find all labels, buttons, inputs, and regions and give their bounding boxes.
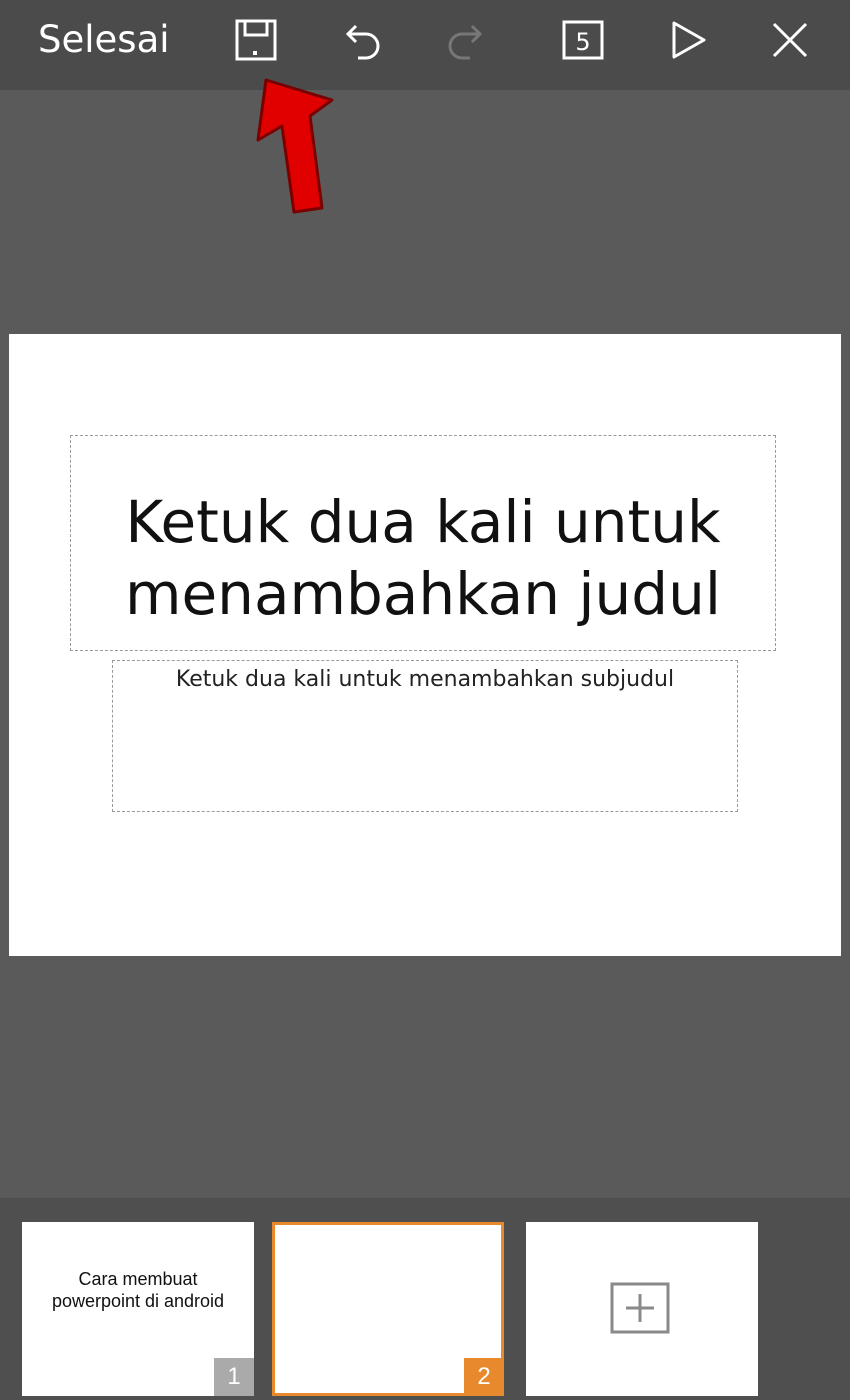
title-placeholder-text: Ketuk dua kali untuk menambahkan judul [125,488,721,628]
thumbnail-title: Cara membuat powerpoint di android [51,1269,225,1311]
top-toolbar: Selesai 5 [0,0,850,90]
subtitle-placeholder-text: Ketuk dua kali untuk menambahkan subjudu… [175,667,675,692]
plus-icon [610,1282,670,1334]
slide-thumbnail-bar: Cara membuat powerpoint di android 1 2 [0,1198,850,1400]
undo-icon[interactable] [336,14,388,66]
redo-icon [440,14,492,66]
slide-thumbnail-2[interactable]: 2 [272,1222,504,1396]
save-icon[interactable] [230,14,282,66]
slide-count-icon[interactable]: 5 [557,14,609,66]
thumbnail-number: 1 [214,1358,254,1396]
slide-count-value: 5 [575,28,590,56]
current-slide[interactable]: Ketuk dua kali untuk menambahkan judul K… [9,334,841,956]
slide-thumbnail-1[interactable]: Cara membuat powerpoint di android 1 [22,1222,254,1396]
title-placeholder-box[interactable]: Ketuk dua kali untuk menambahkan judul [70,435,776,651]
thumbnail-number: 2 [464,1358,504,1396]
red-arrow-annotation [222,68,342,218]
subtitle-placeholder-box[interactable]: Ketuk dua kali untuk menambahkan subjudu… [112,660,738,812]
done-button[interactable]: Selesai [38,16,170,64]
add-slide-button[interactable] [526,1222,758,1396]
close-icon[interactable] [764,14,816,66]
play-icon[interactable] [662,14,714,66]
